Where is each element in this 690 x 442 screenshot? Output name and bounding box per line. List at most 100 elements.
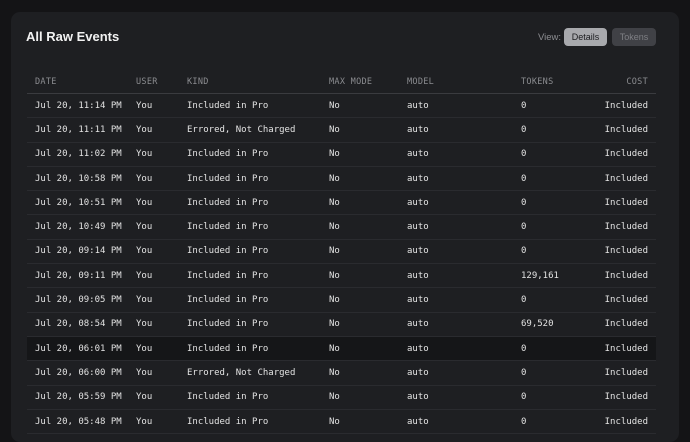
- cell-model: auto: [399, 214, 513, 240]
- tokens-view-button[interactable]: Tokens: [612, 28, 656, 46]
- column-header-tokens[interactable]: TOKENS: [513, 70, 581, 94]
- cell-tokens: 0: [513, 117, 581, 143]
- table-header-row: DATE USER KIND MAX MODE MODEL TOKENS COS…: [27, 70, 656, 94]
- cell-cost: Included: [581, 214, 656, 240]
- cell-kind: Errored, Not Charged: [179, 117, 321, 143]
- cell-user: You: [128, 239, 179, 265]
- cell-cost: Included: [581, 117, 656, 143]
- cell-cost: Included: [581, 385, 656, 410]
- cell-model: auto: [399, 117, 513, 143]
- table-row[interactable]: Jul 20, 11:02 PM You Included in Pro No auto…: [27, 142, 656, 167]
- cell-user: You: [128, 93, 179, 119]
- cell-kind: Errored, Not Charged: [179, 360, 321, 386]
- cell-cost: Included: [581, 93, 656, 119]
- table-row[interactable]: Jul 20, 06:01 PM You Included in Pro No auto…: [27, 336, 656, 362]
- column-header-max-mode[interactable]: MAX MODE: [321, 70, 399, 94]
- column-header-kind[interactable]: KIND: [179, 70, 321, 94]
- cell-date: Jul 20, 09:05 PM: [27, 287, 128, 313]
- column-header-user[interactable]: USER: [128, 70, 179, 94]
- cell-date: Jul 20, 11:11 PM: [27, 117, 128, 143]
- view-label: View:: [538, 32, 562, 43]
- cell-date: Jul 20, 10:51 PM: [27, 190, 128, 216]
- column-header-cost[interactable]: COST: [581, 70, 656, 94]
- cell-date: Jul 20, 08:54 PM: [27, 312, 128, 337]
- cell-tokens: 0: [513, 336, 581, 362]
- table-row[interactable]: Jul 20, 05:59 PM You Included in Pro No auto…: [27, 385, 656, 410]
- cell-max-mode: No: [321, 142, 399, 167]
- cell-cost: Included: [581, 336, 656, 362]
- cell-date: Jul 20, 06:01 PM: [27, 336, 128, 362]
- table-row[interactable]: Jul 20, 08:54 PM You Included in Pro No auto…: [27, 312, 656, 337]
- cell-model: auto: [399, 190, 513, 216]
- cell-model: auto: [399, 385, 513, 410]
- table-row[interactable]: Jul 20, 10:51 PM You Included in Pro No auto…: [27, 190, 656, 216]
- cell-user: You: [128, 117, 179, 143]
- cell-user: You: [128, 336, 179, 362]
- cell-tokens: 0: [513, 214, 581, 240]
- cell-max-mode: No: [321, 214, 399, 240]
- cell-model: auto: [399, 360, 513, 386]
- details-view-button[interactable]: Details: [564, 28, 607, 46]
- cell-tokens: 0: [513, 93, 581, 119]
- cell-max-mode: No: [321, 287, 399, 313]
- cell-cost: Included: [581, 263, 656, 289]
- table-row[interactable]: Jul 20, 09:05 PM You Included in Pro No auto…: [27, 287, 656, 313]
- cell-max-mode: No: [321, 360, 399, 386]
- cell-model: auto: [399, 312, 513, 337]
- table-row[interactable]: Jul 20, 10:49 PM You Included in Pro No auto…: [27, 214, 656, 240]
- table-body: Jul 20, 11:14 PM You Included in Pro No auto…: [27, 93, 656, 435]
- table-row[interactable]: Jul 20, 09:14 PM You Included in Pro No auto…: [27, 239, 656, 265]
- cell-date: Jul 20, 06:00 PM: [27, 360, 128, 386]
- table-row[interactable]: Jul 20, 09:11 PM You Included in Pro No auto…: [27, 263, 656, 289]
- cell-user: You: [128, 190, 179, 216]
- cell-model: auto: [399, 287, 513, 313]
- cell-date: Jul 20, 05:59 PM: [27, 385, 128, 410]
- cell-max-mode: No: [321, 312, 399, 337]
- cell-model: auto: [399, 166, 513, 192]
- cell-model: auto: [399, 336, 513, 362]
- cell-max-mode: No: [321, 166, 399, 192]
- table-row[interactable]: Jul 20, 11:11 PM You Errored, Not Charged N…: [27, 117, 656, 143]
- cell-max-mode: No: [321, 336, 399, 362]
- cell-user: You: [128, 142, 179, 167]
- raw-events-card: All Raw Events View: Details Tokens DATE…: [11, 12, 679, 442]
- cell-model: auto: [399, 263, 513, 289]
- cell-user: You: [128, 214, 179, 240]
- events-table: DATE USER KIND MAX MODE MODEL TOKENS COS…: [27, 70, 656, 435]
- cell-kind: Included in Pro: [179, 336, 321, 362]
- cell-cost: Included: [581, 190, 656, 216]
- cell-cost: Included: [581, 312, 656, 337]
- cell-tokens: 69,520: [513, 312, 581, 337]
- cell-cost: Included: [581, 142, 656, 167]
- column-header-date[interactable]: DATE: [27, 70, 128, 94]
- cell-tokens: 0: [513, 190, 581, 216]
- cell-cost: Included: [581, 239, 656, 265]
- column-header-model[interactable]: MODEL: [399, 70, 513, 94]
- table-row[interactable]: Jul 20, 11:14 PM You Included in Pro No auto…: [27, 93, 656, 119]
- cell-model: auto: [399, 93, 513, 119]
- cell-user: You: [128, 360, 179, 386]
- cell-kind: Included in Pro: [179, 385, 321, 410]
- cell-cost: Included: [581, 287, 656, 313]
- table-row[interactable]: Jul 20, 10:58 PM You Included in Pro No auto…: [27, 166, 656, 192]
- cell-tokens: 0: [513, 239, 581, 265]
- cell-kind: Included in Pro: [179, 142, 321, 167]
- cell-max-mode: No: [321, 117, 399, 143]
- cell-kind: Included in Pro: [179, 214, 321, 240]
- cell-user: You: [128, 312, 179, 337]
- cell-date: Jul 20, 10:49 PM: [27, 214, 128, 240]
- cell-user: You: [128, 287, 179, 313]
- cell-user: You: [128, 263, 179, 289]
- cell-tokens: 0: [513, 360, 581, 386]
- cell-max-mode: No: [321, 385, 399, 410]
- cell-tokens: 0: [513, 166, 581, 192]
- cell-max-mode: No: [321, 239, 399, 265]
- cell-tokens: 0: [513, 142, 581, 167]
- table-row[interactable]: Jul 20, 06:00 PM You Errored, Not Charged N…: [27, 360, 656, 386]
- cell-cost: Included: [581, 166, 656, 192]
- cell-kind: Included in Pro: [179, 263, 321, 289]
- cell-kind: Included in Pro: [179, 166, 321, 192]
- cell-kind: Included in Pro: [179, 287, 321, 313]
- cell-cost: Included: [581, 360, 656, 386]
- cell-max-mode: No: [321, 93, 399, 119]
